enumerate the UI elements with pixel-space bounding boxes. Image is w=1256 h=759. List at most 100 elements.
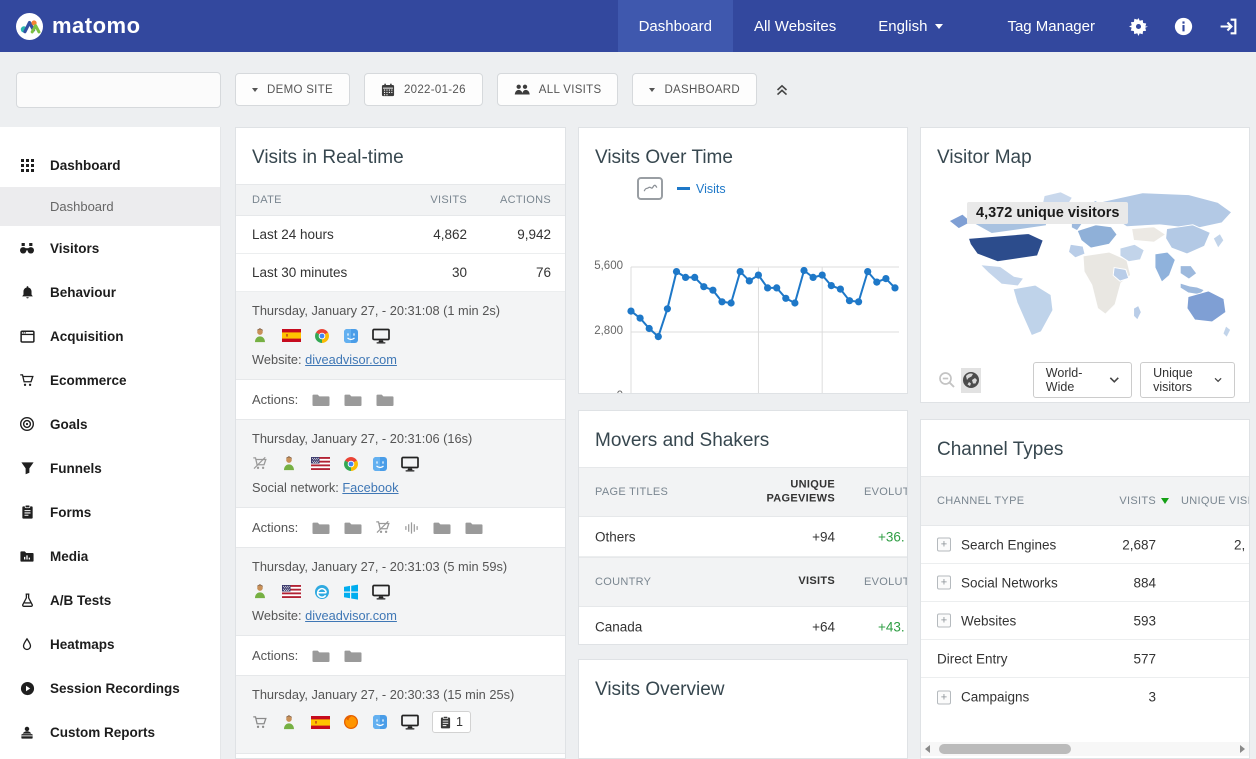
visit-entry: Thursday, January 27, - 20:31:03 (5 min … <box>236 548 565 636</box>
globe-icon[interactable] <box>961 368 981 393</box>
sidebar-subitem-dashboard[interactable]: Dashboard <box>0 187 220 226</box>
referrer-link[interactable]: diveadvisor.com <box>305 608 397 623</box>
column-unique-visitors[interactable]: UNIQUE VISITORS <box>1181 495 1250 507</box>
page-folder-icon[interactable] <box>311 393 330 407</box>
expand-plus-icon[interactable] <box>937 614 951 628</box>
expand-plus-icon[interactable] <box>937 576 951 590</box>
nav-tag-manager[interactable]: Tag Manager <box>986 0 1116 52</box>
page-folder-icon[interactable] <box>343 393 362 407</box>
sidebar-item-dashboard[interactable]: Dashboard <box>0 143 220 187</box>
desktop-icon <box>401 456 419 472</box>
sidebar-item-heatmaps[interactable]: Heatmaps <box>0 622 220 666</box>
visit-actions-row: Actions: <box>236 636 565 676</box>
column-visits-sortable[interactable]: VISITS <box>1119 495 1156 507</box>
internet-explorer-icon <box>314 584 330 600</box>
table-row: Campaigns 3 <box>921 678 1249 716</box>
sidebar-item-ab-tests[interactable]: A/B Tests <box>0 578 220 622</box>
date-selector-button[interactable]: 2022-01-26 <box>364 73 483 106</box>
nav-language-selector[interactable]: English <box>857 0 964 52</box>
legend-item-visits[interactable]: Visits <box>677 182 726 196</box>
widget-visits-over-time: Visits Over Time Visits 5,600 2,800 0 Tu… <box>578 127 908 394</box>
flask-icon <box>19 593 35 608</box>
sign-out-icon[interactable] <box>1206 0 1256 52</box>
search-input[interactable] <box>35 82 211 97</box>
page-folder-icon[interactable] <box>311 649 330 663</box>
column-page-titles: PAGE TITLES <box>595 486 668 498</box>
page-folder-icon[interactable] <box>375 393 394 407</box>
matomo-logo[interactable]: matomo <box>0 13 141 40</box>
sidebar-item-goals[interactable]: Goals <box>0 402 220 446</box>
funnel-icon <box>19 461 35 476</box>
flag-usa-icon <box>282 585 301 598</box>
binoculars-icon <box>19 240 35 256</box>
nav-all-websites[interactable]: All Websites <box>733 0 857 52</box>
column-unique-pageviews: UNIQUE PAGEVIEWS <box>743 479 835 507</box>
sidebar-item-acquisition[interactable]: Acquisition <box>0 314 220 358</box>
page-folder-icon[interactable] <box>432 521 451 535</box>
table-header: COUNTRY VISITS EVOLUTION <box>579 557 907 607</box>
visit-entry: Thursday, January 27, - 20:31:08 (1 min … <box>236 292 565 380</box>
matomo-logo-icon <box>16 13 43 40</box>
caret-down-icon <box>935 24 943 29</box>
column-visits: VISITS <box>743 576 835 590</box>
visitors-group-icon <box>514 83 530 96</box>
search-box[interactable] <box>16 72 221 108</box>
map-metric-select[interactable]: Unique visitors <box>1140 362 1235 398</box>
macos-icon <box>343 328 359 344</box>
scroll-right-icon[interactable] <box>1240 745 1245 753</box>
visit-time: Thursday, January 27, - 20:31:08 (1 min … <box>252 303 549 318</box>
sidebar-item-label: Session Recordings <box>50 681 180 696</box>
scroll-left-icon[interactable] <box>925 745 930 753</box>
referrer-link[interactable]: diveadvisor.com <box>305 352 397 367</box>
map-tooltip: 4,372 unique visitors <box>967 202 1128 224</box>
returning-visitor-icon <box>252 583 269 600</box>
sidebar-item-ecommerce[interactable]: Ecommerce <box>0 358 220 402</box>
sidebar-item-visitors[interactable]: Visitors <box>0 226 220 270</box>
column-visits: VISITS <box>387 194 467 206</box>
widget-title: Visits Overview <box>579 660 907 716</box>
scrollbar-thumb[interactable] <box>939 744 1071 754</box>
sidebar-item-label: Media <box>50 549 88 564</box>
export-image-icon[interactable] <box>637 177 663 200</box>
zoom-out-icon[interactable] <box>935 368 959 392</box>
page-folder-icon[interactable] <box>311 521 330 535</box>
page-folder-icon[interactable] <box>343 649 362 663</box>
visit-time: Thursday, January 27, - 20:31:03 (5 min … <box>252 559 549 574</box>
sidebar-item-funnels[interactable]: Funnels <box>0 446 220 490</box>
collapse-toolbar-icon[interactable] <box>771 79 793 101</box>
page-folder-icon[interactable] <box>343 521 362 535</box>
site-selector-button[interactable]: DEMO SITE <box>235 73 350 106</box>
returning-visitor-icon <box>252 327 269 344</box>
expand-plus-icon[interactable] <box>937 538 951 552</box>
sidebar-item-forms[interactable]: Forms <box>0 490 220 534</box>
abandoned-cart-icon[interactable] <box>375 520 391 535</box>
settings-gear-icon[interactable] <box>1116 0 1161 52</box>
visit-actions-row: Actions: <box>236 508 565 548</box>
expand-plus-icon[interactable] <box>937 690 951 704</box>
sidebar-item-custom-reports[interactable]: Custom Reports <box>0 710 220 754</box>
dashboard-widgets-area: Visits in Real-time DATE VISITS ACTIONS … <box>221 127 1256 759</box>
horizontal-scrollbar[interactable] <box>921 742 1249 756</box>
visit-time: Thursday, January 27, - 20:30:33 (15 min… <box>252 687 549 702</box>
sidebar-item-media[interactable]: Media <box>0 534 220 578</box>
sidebar-item-label: Forms <box>50 505 91 520</box>
actions-label: Actions: <box>252 648 298 663</box>
referrer-link[interactable]: Facebook <box>342 480 398 495</box>
world-map[interactable]: 4,372 unique visitors <box>929 184 1241 354</box>
map-region-select[interactable]: World-Wide <box>1033 362 1132 398</box>
dashboard-selector-button[interactable]: DASHBOARD <box>632 73 757 106</box>
sidebar-item-session-recordings[interactable]: Session Recordings <box>0 666 220 710</box>
site-search-icon[interactable] <box>404 521 419 535</box>
segment-selector-button[interactable]: ALL VISITS <box>497 73 619 106</box>
sidebar-item-label: Behaviour <box>50 285 116 300</box>
nav-dashboard[interactable]: Dashboard <box>618 0 733 52</box>
page-folder-icon[interactable] <box>464 521 483 535</box>
table-row: Search Engines 2,687 2, <box>921 526 1249 564</box>
firefox-icon <box>343 714 359 730</box>
help-info-icon[interactable] <box>1161 0 1206 52</box>
widget-channel-types: Channel Types CHANNEL TYPE VISITS UNIQUE… <box>920 419 1250 759</box>
sidebar-item-label: Dashboard <box>50 158 121 173</box>
sidebar-item-behaviour[interactable]: Behaviour <box>0 270 220 314</box>
visit-entry: Thursday, January 27, - 20:30:33 (15 min… <box>236 676 565 754</box>
sidebar-item-label: Heatmaps <box>50 637 115 652</box>
